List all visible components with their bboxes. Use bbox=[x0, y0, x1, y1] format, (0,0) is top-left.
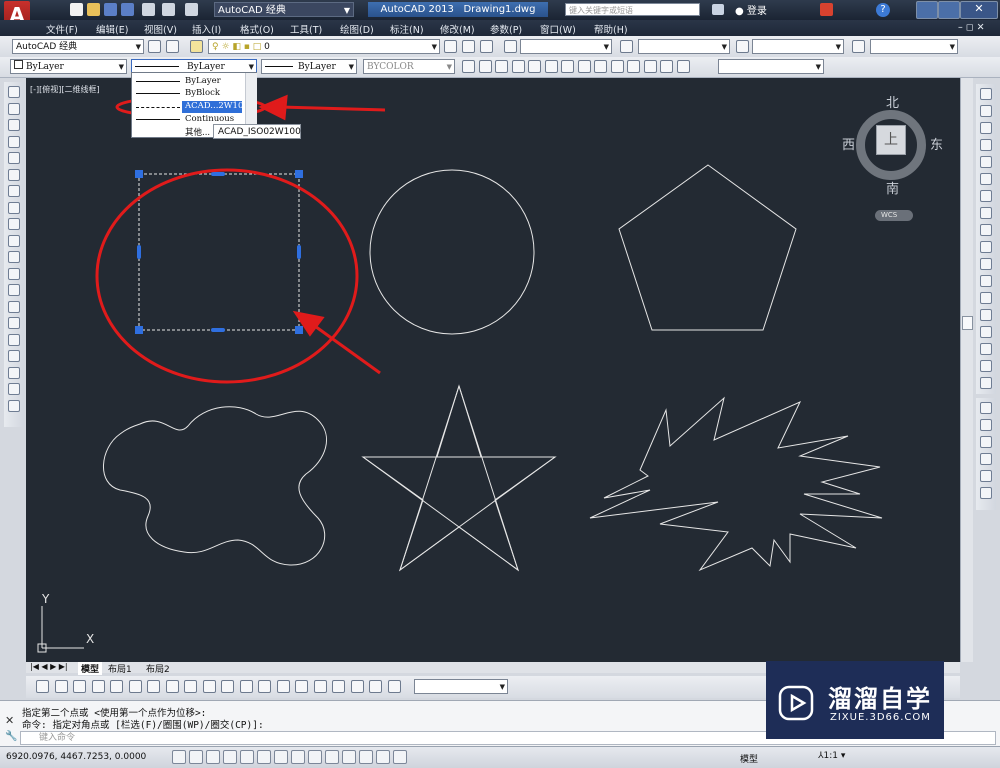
dim-space-icon[interactable] bbox=[239, 680, 253, 693]
dd-line-bylayer bbox=[136, 81, 180, 82]
polar-icon[interactable] bbox=[240, 750, 254, 764]
dimension-style-combo[interactable]: ▼ bbox=[414, 679, 508, 694]
3d-osnap-icon[interactable] bbox=[274, 750, 288, 764]
viewcube-top-face[interactable]: 上 bbox=[876, 125, 906, 155]
grip-corner-br[interactable] bbox=[295, 326, 303, 334]
aligned-dim-icon[interactable] bbox=[54, 680, 68, 693]
highlight-ellipse-square bbox=[95, 168, 359, 384]
ucs-y-label: Y bbox=[42, 592, 50, 606]
tab-layout2[interactable]: 布局2 bbox=[146, 662, 170, 675]
vertical-scrollbar[interactable] bbox=[960, 78, 973, 662]
linetype-option-continuous[interactable]: Continuous bbox=[185, 114, 234, 124]
command-history-line2: 命令: 指定对角点或 [栏选(F)/圈围(WP)/圈交(CP)]: bbox=[22, 720, 264, 731]
watermark-brand: 溜溜自学 bbox=[828, 685, 932, 713]
continue-dim-icon[interactable] bbox=[221, 680, 234, 693]
baseline-dim-icon[interactable] bbox=[202, 680, 216, 693]
command-placeholder: 键入命令 bbox=[39, 733, 76, 743]
ucs-x-label: X bbox=[86, 632, 95, 646]
inspect-icon[interactable] bbox=[313, 680, 327, 693]
radius-dim-icon[interactable] bbox=[110, 680, 123, 693]
selected-square[interactable] bbox=[138, 173, 300, 331]
ducs-icon[interactable] bbox=[308, 750, 322, 764]
grip-mid-top[interactable] bbox=[211, 172, 225, 176]
linetype-option-byblock[interactable]: ByBlock bbox=[185, 88, 220, 98]
dim-update-icon[interactable] bbox=[387, 680, 401, 693]
viewcube-north[interactable]: 北 bbox=[886, 92, 899, 111]
model-space-button[interactable]: 模型 bbox=[740, 752, 758, 765]
dd-line-byblock bbox=[136, 93, 180, 94]
play-logo-icon bbox=[778, 685, 814, 721]
wcs-menu[interactable]: WCS bbox=[875, 210, 913, 221]
linetype-option-bylayer[interactable]: ByLayer bbox=[185, 76, 221, 86]
center-mark-icon[interactable] bbox=[295, 680, 308, 693]
vscroll-thumb[interactable] bbox=[962, 316, 973, 330]
otrack-icon[interactable] bbox=[291, 750, 305, 764]
tab-model[interactable]: 模型 bbox=[78, 662, 103, 675]
grip-mid-bottom[interactable] bbox=[211, 328, 225, 332]
blob-shape[interactable] bbox=[103, 406, 327, 566]
grip-mid-right[interactable] bbox=[297, 245, 301, 259]
dyn-icon[interactable] bbox=[325, 750, 339, 764]
snap-icon[interactable] bbox=[189, 750, 203, 764]
circle-shape[interactable] bbox=[369, 169, 535, 335]
infer-constraints-icon[interactable] bbox=[172, 750, 186, 764]
annotation-scale[interactable]: ⅄1:1 ▾ bbox=[818, 751, 845, 761]
diameter-dim-icon[interactable] bbox=[147, 680, 160, 693]
command-close-icon[interactable]: ✕ bbox=[5, 714, 14, 727]
watermark-badge: 溜溜自学 ZIXUE.3D66.COM bbox=[766, 661, 944, 739]
linetype-tooltip: ACAD_ISO02W100 bbox=[213, 124, 301, 139]
tolerance-icon[interactable] bbox=[276, 680, 290, 693]
ortho-icon[interactable] bbox=[223, 750, 237, 764]
arrow-to-square bbox=[292, 310, 381, 375]
grip-corner-tl[interactable] bbox=[135, 170, 143, 178]
grid-icon[interactable] bbox=[206, 750, 220, 764]
quick-properties-icon[interactable] bbox=[376, 750, 390, 764]
ordinate-dim-icon[interactable] bbox=[91, 680, 105, 693]
dim-text-edit-icon[interactable] bbox=[369, 680, 382, 693]
arrow-to-dropdown bbox=[258, 94, 386, 121]
jogged-dim-icon[interactable] bbox=[128, 680, 142, 693]
viewcube-west[interactable]: 西 bbox=[842, 134, 855, 153]
wcs-label: WCS bbox=[881, 211, 898, 219]
arc-length-dim-icon[interactable] bbox=[73, 680, 86, 693]
quick-dim-icon[interactable] bbox=[184, 680, 197, 693]
selection-cycling-icon[interactable] bbox=[393, 750, 407, 764]
annotation-scale-value: 1:1 bbox=[823, 751, 838, 761]
linetype-option-iso02w100[interactable]: ACAD...2W100 bbox=[185, 101, 249, 111]
grip-corner-bl[interactable] bbox=[135, 326, 143, 334]
status-bar: 6920.0976, 4467.7253, 0.0000 模型 ⅄1:1 ▾ bbox=[0, 746, 1000, 768]
star-pentagram-lines bbox=[361, 385, 557, 572]
dd-line-iso02w100 bbox=[136, 107, 180, 108]
jogged-linear-icon[interactable] bbox=[332, 680, 345, 693]
ucs-icon bbox=[37, 606, 84, 653]
layout-tabs: |◀ ◀ ▶ ▶| 模型 布局1 布局2 bbox=[26, 662, 640, 675]
dim-break-icon[interactable] bbox=[258, 680, 271, 693]
osnap-icon[interactable] bbox=[257, 750, 271, 764]
tab-nav-arrows[interactable]: |◀ ◀ ▶ ▶| bbox=[30, 662, 68, 671]
viewcube-south[interactable]: 南 bbox=[886, 178, 899, 197]
watermark-url: ZIXUE.3D66.COM bbox=[830, 712, 931, 723]
viewcube-east[interactable]: 东 bbox=[930, 134, 943, 153]
transparency-icon[interactable] bbox=[359, 750, 373, 764]
command-wrench-icon[interactable]: 🔧 bbox=[5, 731, 17, 742]
pentagon-shape[interactable] bbox=[618, 164, 797, 331]
coordinate-readout: 6920.0976, 4467.7253, 0.0000 bbox=[6, 752, 147, 762]
selection-grips[interactable] bbox=[135, 170, 303, 334]
grip-corner-tr[interactable] bbox=[295, 170, 303, 178]
dd-line-continuous bbox=[136, 119, 180, 120]
lineweight-icon[interactable] bbox=[342, 750, 356, 764]
dim-edit-icon[interactable] bbox=[350, 680, 364, 693]
tab-layout1[interactable]: 布局1 bbox=[108, 662, 132, 675]
viewcube[interactable]: 上 北 南 西 东 WCS bbox=[842, 92, 948, 222]
burst-shape[interactable] bbox=[589, 396, 883, 572]
angular-dim-icon[interactable] bbox=[165, 680, 179, 693]
linear-dim-icon[interactable] bbox=[36, 680, 49, 693]
grip-mid-left[interactable] bbox=[137, 245, 141, 259]
linetype-option-other[interactable]: 其他... bbox=[185, 126, 210, 138]
